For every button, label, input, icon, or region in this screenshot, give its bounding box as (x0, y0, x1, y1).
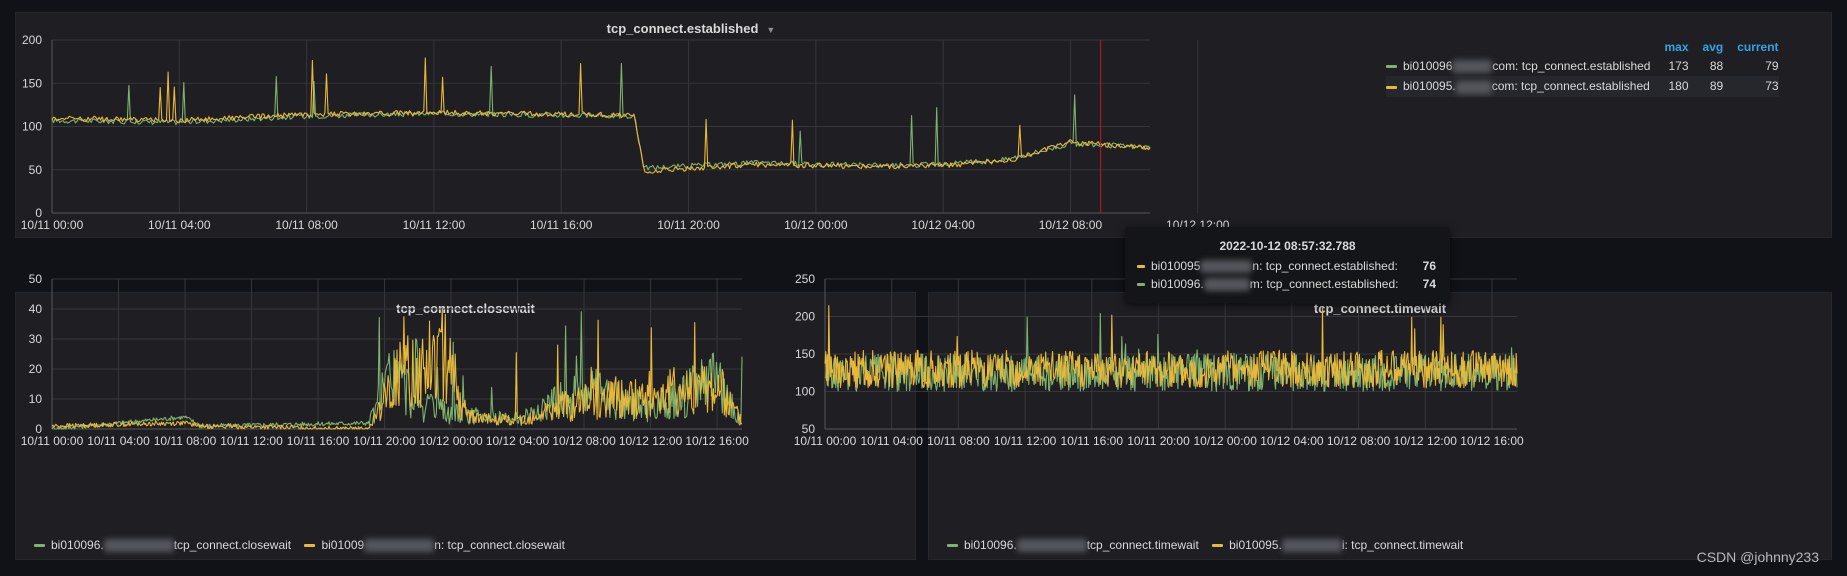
x-tick-label: 10/12 04:00 (911, 218, 975, 232)
x-tick-label: 10/11 00:00 (21, 218, 84, 232)
legend: bi010096. tcp_connect.timewait bi010095. i… (947, 538, 1473, 553)
legend-item[interactable]: bi01009 n: tcp_connect.closewait (304, 538, 565, 553)
x-tick-label: 10/12 00:00 (784, 218, 848, 232)
redacted-hostname (1281, 539, 1342, 553)
series-swatch (1212, 544, 1224, 548)
redacted-hostname (1016, 539, 1087, 553)
x-tick-label: 10/12 08:00 (1039, 218, 1103, 232)
series-swatch (947, 544, 958, 548)
series-line (51, 62, 1151, 171)
y-tick-label: 100 (22, 120, 42, 134)
series-swatch (1137, 265, 1145, 269)
legend-item[interactable]: bi010095. i: tcp_connect.timewait (1212, 538, 1463, 553)
watermark: CSDN @johnny233 (1696, 549, 1819, 565)
x-tick-label: 10/11 20:00 (657, 218, 720, 232)
x-tick-label: 10/11 16:00 (530, 218, 593, 232)
redacted-hostname (1203, 278, 1250, 292)
series-swatch (1137, 283, 1145, 287)
tooltip-row: bi010096. m: tcp_connect.established: 74 (1137, 277, 1450, 295)
x-tick-label: 10/11 12:00 (403, 218, 466, 232)
hover-tooltip: 2022-10-12 08:57:32.788 bi010095 n: tcp_c… (1125, 227, 1450, 303)
panel-closewait: tcp_connect.closewait bi010096. tcp_conne… (15, 292, 916, 560)
y-tick-label: 50 (29, 163, 43, 177)
tooltip-value: 76 (1422, 259, 1436, 273)
tooltip-row: bi010095 n: tcp_connect.established: 76 (1137, 259, 1450, 277)
redacted-hostname (364, 539, 435, 553)
tooltip-time: 2022-10-12 08:57:32.788 (1219, 239, 1356, 253)
legend: bi010096. tcp_connect.closewait bi01009 n:… (34, 538, 575, 553)
y-tick-label: 150 (22, 76, 42, 90)
series-swatch (304, 544, 316, 548)
redacted-hostname (1200, 260, 1253, 274)
redacted-hostname (103, 539, 174, 553)
series-swatch (34, 544, 45, 548)
tooltip-value: 74 (1422, 277, 1436, 291)
panel-title[interactable]: tcp_connect.timewait (929, 301, 1831, 316)
y-tick-label: 200 (22, 33, 42, 47)
legend-item[interactable]: bi010096. tcp_connect.timewait (947, 538, 1199, 553)
panel-timewait: tcp_connect.timewait bi010096. tcp_connec… (928, 292, 1832, 560)
legend-item[interactable]: bi010096. tcp_connect.closewait (34, 538, 291, 553)
x-tick-label: 10/11 08:00 (275, 218, 338, 232)
panel-title[interactable]: tcp_connect.closewait (16, 301, 915, 316)
x-tick-label: 10/11 04:00 (148, 218, 211, 232)
